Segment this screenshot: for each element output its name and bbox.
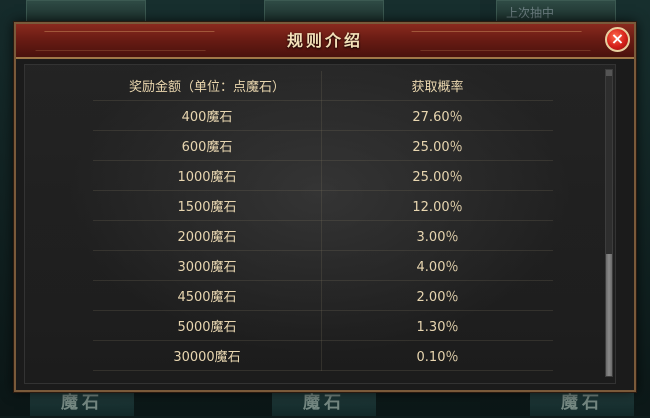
table-row: 400魔石 27.60％	[93, 100, 553, 131]
close-icon: ×	[610, 29, 625, 48]
scroll-up-arrow-icon[interactable]	[606, 70, 612, 76]
probability-cell: 25.00％	[321, 160, 553, 191]
probability-cell: 1.30％	[321, 310, 553, 341]
reward-amount-cell: 2000魔石	[93, 220, 322, 251]
reward-amount-cell: 3000魔石	[93, 250, 322, 281]
reward-amount-cell: 1000魔石	[93, 160, 322, 191]
table-row: 2000魔石 3.00％	[93, 220, 553, 251]
background-tile	[26, 0, 146, 24]
probability-cell: 12.00％	[321, 190, 553, 221]
probability-cell: 3.00％	[321, 220, 553, 251]
probability-cell: 25.00％	[321, 130, 553, 161]
rules-content: 奖励金额（单位：点魔石） 获取概率 400魔石 27.60％ 600魔石 25.…	[24, 64, 616, 384]
table-row: 1500魔石 12.00％	[93, 190, 553, 221]
scrollbar-thumb[interactable]	[606, 254, 612, 376]
reward-amount-cell: 400魔石	[93, 100, 322, 131]
reward-amount-cell: 30000魔石	[93, 340, 322, 371]
background-tile	[264, 0, 384, 24]
rules-modal: 规则介绍 × 奖励金额（单位：点魔石） 获取概率 400魔石 27.60％ 60…	[14, 22, 636, 392]
reward-amount-cell: 5000魔石	[93, 310, 322, 341]
reward-amount-cell: 600魔石	[93, 130, 322, 161]
close-button[interactable]: ×	[605, 27, 630, 52]
table-row: 4500魔石 2.00％	[93, 280, 553, 311]
reward-amount-cell: 4500魔石	[93, 280, 322, 311]
table-row: 30000魔石 0.10％	[93, 340, 553, 371]
table-row: 1000魔石 25.00％	[93, 160, 553, 191]
table-row: 5000魔石 1.30％	[93, 310, 553, 341]
table-row: 3000魔石 4.00％	[93, 250, 553, 281]
probability-cell: 27.60％	[321, 100, 553, 131]
probability-cell: 2.00％	[321, 280, 553, 311]
header-reward-amount: 奖励金额（单位：点魔石）	[93, 71, 322, 101]
table-row: 600魔石 25.00％	[93, 130, 553, 161]
reward-probability-table: 奖励金额（单位：点魔石） 获取概率 400魔石 27.60％ 600魔石 25.…	[93, 71, 553, 371]
header-probability: 获取概率	[321, 71, 553, 101]
reward-amount-cell: 1500魔石	[93, 190, 322, 221]
table-header-row: 奖励金额（单位：点魔石） 获取概率	[93, 71, 553, 101]
scrollbar[interactable]	[605, 69, 613, 377]
probability-cell: 0.10％	[321, 340, 553, 371]
probability-cell: 4.00％	[321, 250, 553, 281]
modal-title: 规则介绍	[286, 31, 363, 50]
last-draw-hint: 上次抽中	[506, 6, 555, 20]
modal-titlebar: 规则介绍	[16, 24, 634, 59]
